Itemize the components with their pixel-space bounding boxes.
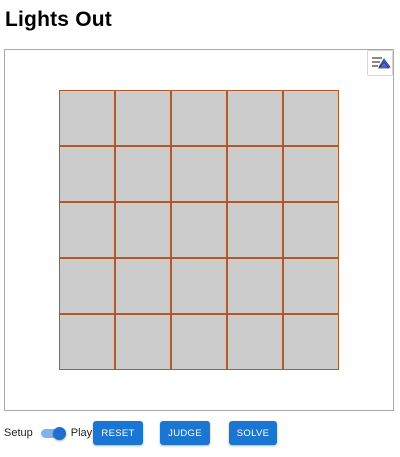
grid-cell[interactable] (116, 315, 170, 369)
grid-cell[interactable] (228, 91, 282, 145)
grid-cell[interactable] (228, 259, 282, 313)
grid-cell[interactable] (60, 147, 114, 201)
grid-cell[interactable] (172, 203, 226, 257)
toggle-knob (52, 427, 66, 440)
grid-cell[interactable] (172, 147, 226, 201)
grid-cell[interactable] (172, 91, 226, 145)
grid-cell[interactable] (284, 315, 338, 369)
grid-cell[interactable] (284, 259, 338, 313)
grid-cell[interactable] (116, 203, 170, 257)
grid-cell[interactable] (116, 147, 170, 201)
page-title: Lights Out (5, 8, 112, 31)
grid-cell[interactable] (116, 259, 170, 313)
grid-cell[interactable] (228, 203, 282, 257)
grid-cell[interactable] (60, 91, 114, 145)
judge-button[interactable]: JUDGE (160, 421, 210, 445)
page: Lights Out Setup Play RESET JUDGE SOLVE (0, 0, 400, 457)
grid-cell[interactable] (228, 315, 282, 369)
grid-cell[interactable] (284, 203, 338, 257)
grid-cell[interactable] (172, 259, 226, 313)
grid-cell[interactable] (284, 147, 338, 201)
mode-toggle-switch[interactable] (40, 427, 66, 440)
grid-cell[interactable] (284, 91, 338, 145)
grid-cell[interactable] (60, 203, 114, 257)
grid-cell[interactable] (116, 91, 170, 145)
grid-cell[interactable] (60, 259, 114, 313)
solve-button[interactable]: SOLVE (229, 421, 277, 445)
setup-label: Setup (4, 427, 33, 439)
grid-cell[interactable] (60, 315, 114, 369)
grid-cell[interactable] (172, 315, 226, 369)
controls-bar: Setup Play RESET JUDGE SOLVE (4, 421, 396, 445)
grid-cell[interactable] (228, 147, 282, 201)
play-label: Play (70, 427, 93, 439)
lights-grid (59, 90, 339, 370)
menu-button[interactable] (367, 50, 393, 76)
layers-menu-icon (372, 57, 391, 69)
reset-button[interactable]: RESET (93, 421, 143, 445)
